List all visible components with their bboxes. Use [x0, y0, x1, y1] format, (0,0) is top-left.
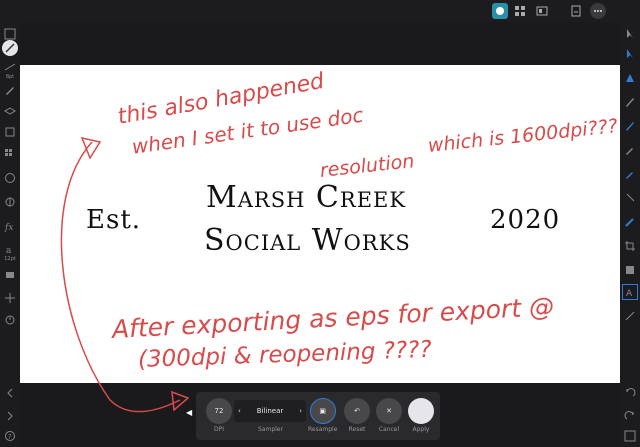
brush-size-label: 8pt	[5, 74, 15, 80]
cancel-button[interactable]: ✕ Cancel	[376, 398, 402, 433]
chevron-right-icon[interactable]: ›	[299, 407, 302, 415]
apply-label: Apply	[412, 426, 430, 433]
sampler-select[interactable]: ‹ Bilinear ›	[234, 400, 306, 422]
effects-icon[interactable]: fx	[2, 218, 18, 234]
resample-panel: 72 DPI ▣ Resample ↶ Reset ✕ Cancel Apply	[196, 392, 440, 440]
logo-line2: Social Works	[204, 223, 411, 258]
history-icon[interactable]	[2, 312, 18, 328]
collapse-left-icon[interactable]	[2, 385, 18, 401]
eyedropper-icon[interactable]	[622, 142, 638, 158]
svg-text:A: A	[626, 289, 633, 298]
svg-text:fx: fx	[4, 223, 13, 232]
export-icon[interactable]	[534, 3, 550, 19]
svg-text:?: ?	[8, 433, 12, 441]
dpi-label: DPI	[213, 426, 224, 433]
annotation-text: which is 1600dpi???	[426, 115, 619, 157]
sampler-label: Sampler	[258, 426, 283, 433]
crop-icon[interactable]	[622, 238, 638, 254]
apply-icon[interactable]	[408, 398, 434, 424]
text-tool-icon[interactable]: A	[622, 284, 638, 300]
node-tool-icon[interactable]	[622, 46, 638, 62]
color-icon[interactable]	[2, 40, 18, 56]
right-toolbar: A	[620, 22, 640, 447]
document-canvas[interactable]: Est. Marsh Creek Social Works 2020 this …	[20, 65, 620, 383]
adjust-icon[interactable]	[2, 124, 18, 140]
navigator-icon[interactable]	[2, 194, 18, 210]
dpi-value[interactable]: 72	[206, 398, 232, 424]
fill-icon[interactable]	[2, 266, 18, 282]
help-icon[interactable]: ?	[2, 428, 18, 444]
grid-icon[interactable]	[512, 3, 528, 19]
undo-icon[interactable]	[622, 385, 638, 401]
color-wheel-icon[interactable]	[2, 170, 18, 186]
pencil-icon[interactable]	[622, 118, 638, 134]
resample-button[interactable]: ▣ Resample	[308, 398, 337, 433]
transparency-icon[interactable]	[622, 214, 638, 230]
top-toolbar	[0, 0, 640, 22]
left-toolbar: 8pt fx a 12pt ?	[0, 22, 20, 447]
apply-button[interactable]: Apply	[408, 398, 434, 433]
annotation-text: After exporting as eps for export @	[111, 291, 555, 344]
grid-bottom-icon[interactable]	[622, 428, 638, 444]
panel-pointer-icon: ◀	[186, 408, 193, 417]
brush-icon[interactable]	[2, 82, 18, 98]
layers-icon[interactable]	[2, 104, 18, 120]
logo-line1: Marsh Creek	[206, 180, 407, 215]
crosshair-icon[interactable]	[2, 290, 18, 306]
opacity-label: 12pt	[4, 256, 16, 262]
reset-button[interactable]: ↶ Reset	[344, 398, 370, 433]
annotation-text: (300dpi & reopening ????	[137, 336, 433, 373]
pen-tool-icon[interactable]	[622, 70, 638, 86]
fill-tool-icon[interactable]	[622, 166, 638, 182]
persona-icon[interactable]	[492, 3, 508, 19]
redo-icon[interactable]	[622, 408, 638, 424]
paint-brush-icon[interactable]	[622, 94, 638, 110]
resample-label: Resample	[308, 426, 338, 433]
cancel-icon[interactable]: ✕	[376, 398, 402, 424]
sampler-value: Bilinear	[256, 407, 284, 415]
swatches-icon[interactable]	[2, 146, 18, 162]
expand-right-icon[interactable]	[2, 408, 18, 424]
cancel-label: Cancel	[378, 426, 400, 433]
reset-label: Reset	[348, 426, 366, 433]
logo-est: Est.	[86, 205, 142, 235]
gradient-icon[interactable]	[622, 190, 638, 206]
brush-size-icon[interactable]	[2, 58, 18, 74]
document-icon[interactable]	[568, 3, 584, 19]
more-icon[interactable]	[590, 3, 606, 19]
annotation-text: resolution	[318, 150, 416, 182]
zoom-icon[interactable]	[622, 308, 638, 324]
logo-year: 2020	[490, 205, 561, 235]
dpi-control[interactable]: 72 DPI	[206, 398, 232, 433]
svg-text:a: a	[6, 246, 12, 256]
resample-icon[interactable]: ▣	[309, 398, 336, 424]
chevron-left-icon[interactable]: ‹	[238, 407, 241, 415]
move-tool-icon[interactable]	[622, 26, 638, 42]
reset-icon[interactable]: ↶	[344, 398, 370, 424]
shape-icon[interactable]	[622, 262, 638, 278]
